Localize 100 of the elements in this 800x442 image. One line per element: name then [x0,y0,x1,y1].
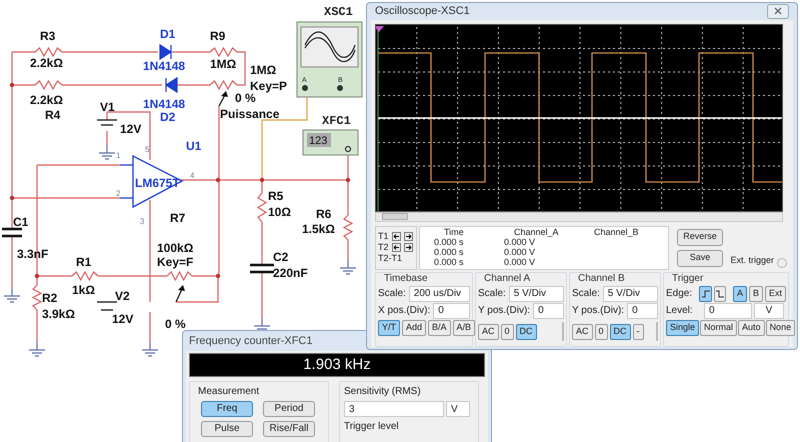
field-label: Edge: [666,287,694,301]
action-button[interactable]: Reverse [677,228,723,246]
table-cell-text: 0.000 V [503,236,536,246]
falling-edge-icon [716,290,724,298]
toggle-button[interactable]: AC [572,324,593,340]
instrument-label: XFC1 [322,114,351,128]
window-title: Oscilloscope-XSC1 [375,4,470,19]
group-title: Channel B [577,272,626,284]
toggle-button[interactable]: AC [478,324,499,340]
toggle-button[interactable]: DC [610,324,631,340]
unit-field[interactable]: V [446,401,470,417]
toggle-button[interactable]: Auto [738,320,765,336]
component-label: V1 [100,100,115,114]
group-title: Sensitivity (RMS) [344,385,422,399]
table-cell-text: 0.000 s [433,256,465,266]
component-label: 100kΩ [157,241,194,255]
value-field[interactable]: 0 [433,302,470,318]
column-header: Time [443,226,465,236]
close-icon [774,7,782,16]
group-title: Trigger [671,272,704,284]
toggle-button[interactable]: DC [516,324,537,340]
part-label: 1N4148 [143,59,186,73]
junction-dot [10,82,14,88]
measurement-button[interactable]: Period [263,401,315,417]
part-label: D1 [160,27,176,41]
component-label: R1 [76,255,92,269]
group-title: Trigger level [344,421,400,433]
group-title: Timebase [383,272,429,284]
table-cell-text: 0.000 V [503,256,536,266]
measurement-button[interactable]: Freq [201,401,253,417]
component-label: Key=F [157,255,194,269]
field-label: Level: [666,304,694,318]
toggle-button[interactable]: - [632,324,644,340]
table-cell-text: 0.000 s [433,246,465,256]
instrument-label: XSC1 [324,5,353,19]
toggle-button[interactable]: Normal [700,320,738,336]
toggle-button[interactable]: A/B [452,320,476,336]
toggle-button[interactable]: A [732,286,747,302]
toggle-button[interactable]: 0 [500,324,514,340]
left-arrow-icon[interactable] [392,232,401,241]
right-arrow-icon[interactable] [404,232,413,241]
value-field[interactable]: 3 [344,401,444,417]
component-label: 3.9kΩ [42,307,75,321]
component-label: C1 [13,215,28,229]
group-title: Measurement [198,385,260,399]
toggle-button[interactable]: B/A [428,320,451,336]
component-label: 0 % [235,91,256,105]
ext-trigger-label: Ext. trigger [730,254,774,267]
display-text: 123 [309,135,328,147]
field-label: Scale: [572,287,600,301]
toggle-button[interactable]: Ext [764,286,786,302]
toggle-button[interactable]: B [748,286,763,302]
scroll-thumb[interactable] [382,213,408,220]
field-label: Scale: [478,287,506,301]
value-field[interactable]: 0 [704,302,752,318]
component-label: V2 [115,289,130,303]
left-arrow-icon[interactable] [392,243,401,252]
toggle-button[interactable]: Add [402,320,426,336]
scrollbar[interactable] [375,212,783,222]
junction-dot [216,274,220,278]
toggle-button[interactable]: Y/T [378,320,400,336]
component-label: Key=P [250,79,288,93]
unit-field[interactable]: V [754,302,784,318]
edge-button[interactable] [699,286,712,302]
toggle-button[interactable]: None [766,320,796,336]
measurement-button[interactable]: Rise/Fall [263,421,315,437]
value-field[interactable]: 0 [533,302,564,318]
measurement-button[interactable]: Pulse [201,421,253,437]
junction-dot [260,178,264,182]
radio-icon[interactable] [777,258,787,268]
junction-dot [216,178,220,182]
close-button[interactable] [767,4,789,19]
component-label: 1MΩ [210,57,236,71]
right-arrow-icon[interactable] [404,243,413,252]
field-label: Y pos.(Div): [478,304,530,318]
column-header: Channel_B [593,226,640,236]
component-label: R3 [40,29,56,43]
toggle-button[interactable]: 0 [594,324,608,340]
cursor-marker[interactable] [376,26,384,211]
pin-number: 4 [190,171,194,180]
frequency-display: 1.903 kHz [189,353,485,377]
component-label: 2.2kΩ [30,93,63,107]
window-title: Frequency counter-XFC1 [189,334,312,349]
edge-button[interactable] [714,286,726,302]
value-field[interactable]: 0 [627,302,658,318]
field-label: X pos.(Div): [378,304,430,318]
component-label: 12V [112,312,134,326]
value-field[interactable]: 5 V/Div [602,286,658,302]
action-button[interactable]: Save [677,250,723,266]
component-label: 10Ω [268,205,291,219]
part-label: LM675T [135,176,180,190]
component-label: R5 [268,189,284,203]
component-label: 1kΩ [72,283,95,297]
pin-number: 3 [140,217,144,226]
value-field[interactable]: 200 us/Div [408,286,470,302]
value-field[interactable]: 5 V/Div [508,286,564,302]
rising-edge-icon [702,290,710,298]
component-label: Puissance [220,107,280,121]
toggle-button[interactable]: Single [666,320,700,336]
component-label: R2 [42,291,58,305]
